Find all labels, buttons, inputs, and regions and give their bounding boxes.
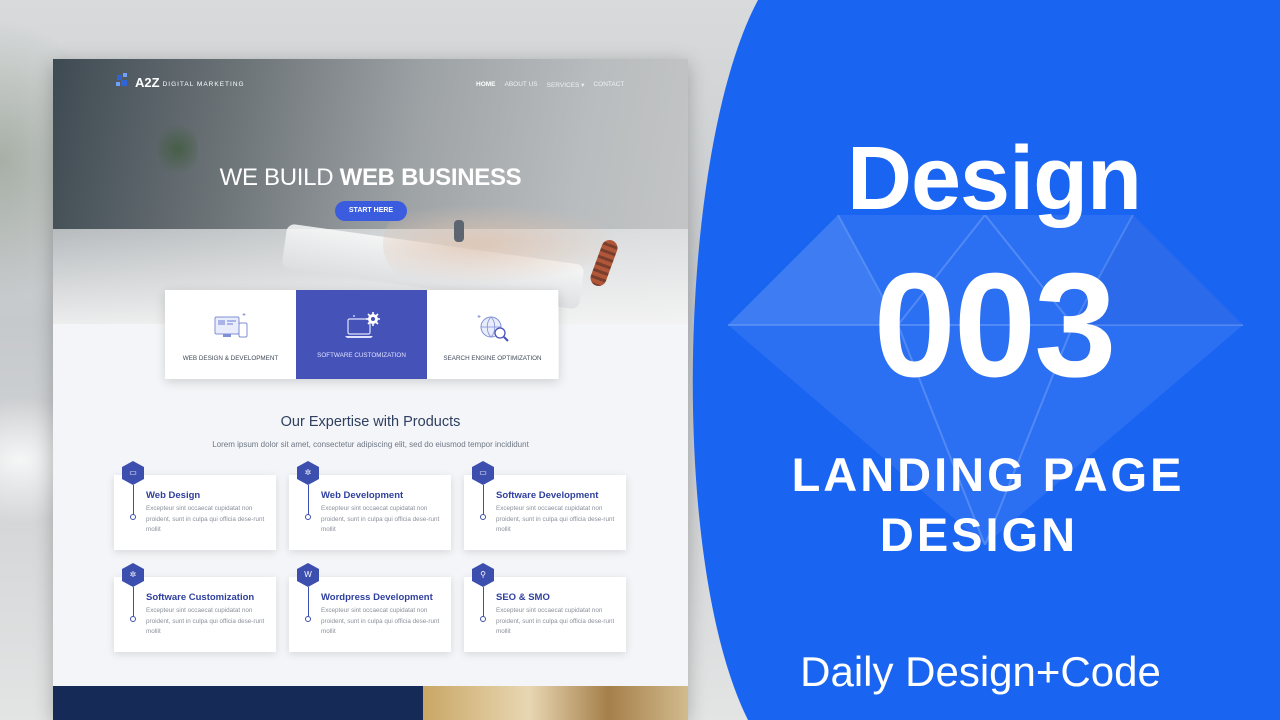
logo-tagline: DIGITAL MARKETING <box>162 80 245 88</box>
service-description: Excepteur sint occaecat cupidatat non pr… <box>496 505 615 533</box>
promo-design-heading: Design <box>846 129 1142 229</box>
service-card-web-development[interactable]: ✲ Web Development Excepteur sint occaeca… <box>289 461 451 550</box>
service-card-software-development[interactable]: ▭ Software Development Excepteur sint oc… <box>464 461 626 550</box>
feature-card-software-customization[interactable]: SOFTWARE CUSTOMIZATION <box>296 290 427 379</box>
feature-card-web-design[interactable]: WEB DESIGN & DEVELOPMENT <box>165 290 296 379</box>
ring-photo <box>454 220 464 242</box>
search-icon: ⚲ <box>472 563 494 587</box>
promo-episode-number: 003 <box>873 243 1117 408</box>
service-title: SEO & SMO <box>496 592 550 603</box>
globe-search-icon <box>477 315 509 342</box>
footer-dark-section <box>53 686 423 720</box>
nav-about-us[interactable]: ABOUT US <box>505 81 538 89</box>
hero-title-bold: WEB BUSINESS <box>339 164 522 191</box>
hand-photo <box>383 204 623 284</box>
feature-cards: WEB DESIGN & DEVELOPMENT SOFTWARE CUSTOM… <box>165 290 559 379</box>
service-card-software-customization[interactable]: ✲ Software Customization Excepteur sint … <box>114 563 276 652</box>
nav-home[interactable]: HOME <box>476 81 496 89</box>
service-description: Excepteur sint occaecat cupidatat non pr… <box>146 607 265 635</box>
service-title: Software Customization <box>146 592 255 603</box>
feature-card-seo[interactable]: SEARCH ENGINE OPTIMIZATION <box>427 290 558 379</box>
service-card-seo-smo[interactable]: ⚲ SEO & SMO Excepteur sint occaecat cupi… <box>464 563 626 652</box>
main-navigation: HOME ABOUT US SERVICES ▾ CONTACT <box>476 81 624 89</box>
service-title: Wordpress Development <box>321 592 433 603</box>
feature-label: SEARCH ENGINE OPTIMIZATION <box>443 355 542 362</box>
hero-title-light: WE BUILD <box>219 164 340 191</box>
expertise-subtitle: Lorem ipsum dolor sit amet, consectetur … <box>212 440 529 449</box>
site-logo[interactable]: A2Z DIGITAL MARKETING <box>115 71 245 93</box>
gear-icon: ✲ <box>297 461 319 485</box>
devices-icon <box>214 313 247 338</box>
laptop-icon: ▭ <box>472 461 494 485</box>
logo-text: A2Z <box>135 74 160 90</box>
feature-label: WEB DESIGN & DEVELOPMENT <box>182 355 279 362</box>
start-here-button[interactable]: START HERE <box>335 201 407 221</box>
landing-page-mockup: A2Z DIGITAL MARKETING HOME ABOUT US SERV… <box>53 59 688 720</box>
hero-title: WE BUILD WEB BUSINESS <box>53 164 688 192</box>
cog-icon: ✲ <box>122 563 144 587</box>
service-description: Excepteur sint occaecat cupidatat non pr… <box>321 505 440 533</box>
monitor-icon: ▭ <box>122 461 144 485</box>
logo-mark-icon <box>115 71 133 93</box>
hero-section: A2Z DIGITAL MARKETING HOME ABOUT US SERV… <box>53 59 688 324</box>
service-description: Excepteur sint occaecat cupidatat non pr… <box>496 607 615 635</box>
service-title: Web Design <box>146 490 201 501</box>
service-title: Software Development <box>496 490 599 501</box>
nav-services[interactable]: SERVICES ▾ <box>547 81 585 89</box>
promo-panel: Design 003 LANDING PAGE DESIGN Daily Des… <box>688 0 1280 720</box>
feature-label: SOFTWARE CUSTOMIZATION <box>317 352 406 359</box>
promo-subtitle-line1: LANDING PAGE <box>791 448 1185 501</box>
service-description: Excepteur sint occaecat cupidatat non pr… <box>146 505 265 533</box>
service-card-web-design[interactable]: ▭ Web Design Excepteur sint occaecat cup… <box>114 461 276 550</box>
footer-photo-section <box>423 686 688 720</box>
promo-tagline: Daily Design+Code <box>800 648 1161 695</box>
nav-contact[interactable]: CONTACT <box>593 81 624 89</box>
promo-subtitle-line2: DESIGN <box>879 508 1079 561</box>
wordpress-icon: W <box>297 563 319 587</box>
laptop-gear-icon <box>344 312 380 338</box>
service-description: Excepteur sint occaecat cupidatat non pr… <box>321 607 440 635</box>
service-card-wordpress-development[interactable]: W Wordpress Development Excepteur sint o… <box>289 563 451 652</box>
expertise-title: Our Expertise with Products <box>280 414 461 430</box>
service-title: Web Development <box>321 490 404 501</box>
